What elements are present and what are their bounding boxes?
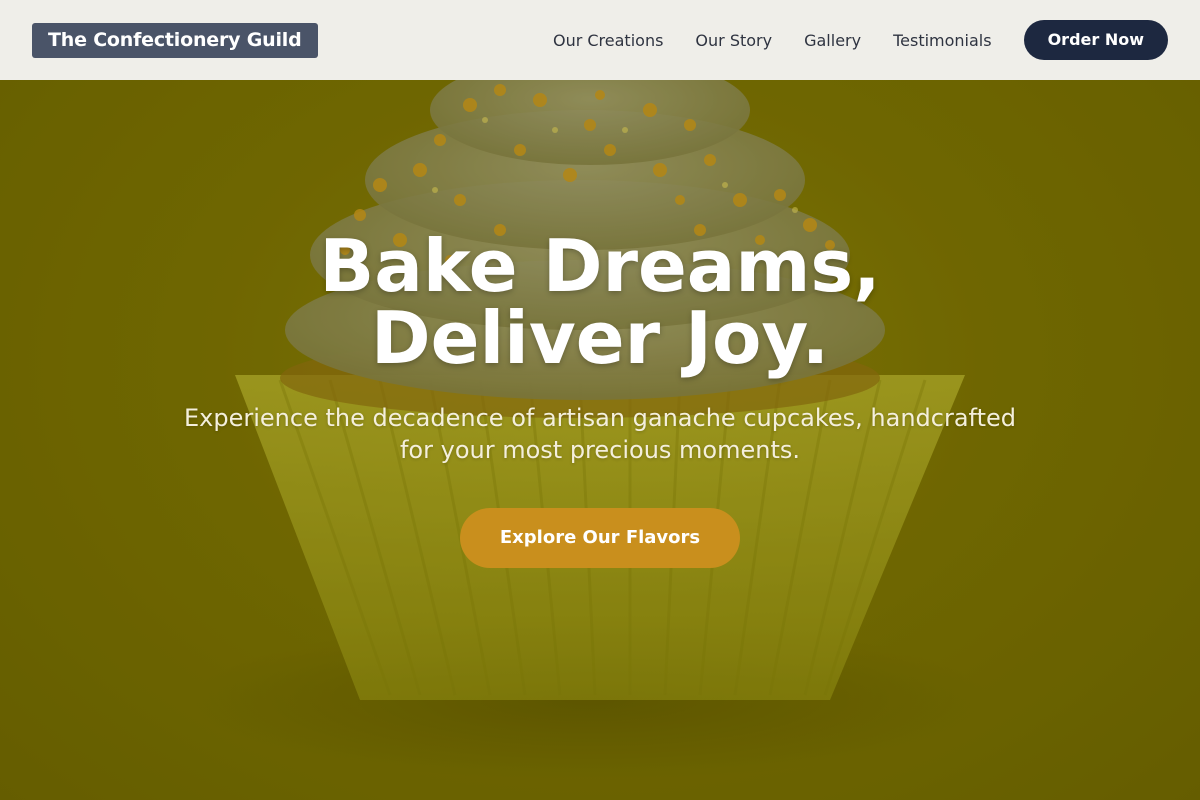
site-header: The Confectionery Guild Our Creations Ou… [0, 0, 1200, 80]
main-nav: Our Creations Our Story Gallery Testimon… [553, 20, 1168, 60]
explore-flavors-button[interactable]: Explore Our Flavors [460, 508, 740, 568]
nav-link-our-creations[interactable]: Our Creations [553, 31, 663, 50]
order-now-button[interactable]: Order Now [1023, 20, 1168, 60]
hero-subtext: Experience the decadence of artisan gana… [184, 404, 1016, 464]
hero-content: Bake Dreams, Deliver Joy. Experience the… [0, 230, 1200, 568]
nav-link-our-story[interactable]: Our Story [695, 31, 772, 50]
nav-link-testimonials[interactable]: Testimonials [893, 31, 992, 50]
nav-link-gallery[interactable]: Gallery [804, 31, 861, 50]
hero-headline-line-2: Deliver Joy. [370, 296, 830, 380]
hero-headline-line-1: Bake Dreams, [319, 224, 881, 308]
brand-logo[interactable]: The Confectionery Guild [32, 22, 318, 58]
hero-headline: Bake Dreams, Deliver Joy. [0, 230, 1200, 374]
